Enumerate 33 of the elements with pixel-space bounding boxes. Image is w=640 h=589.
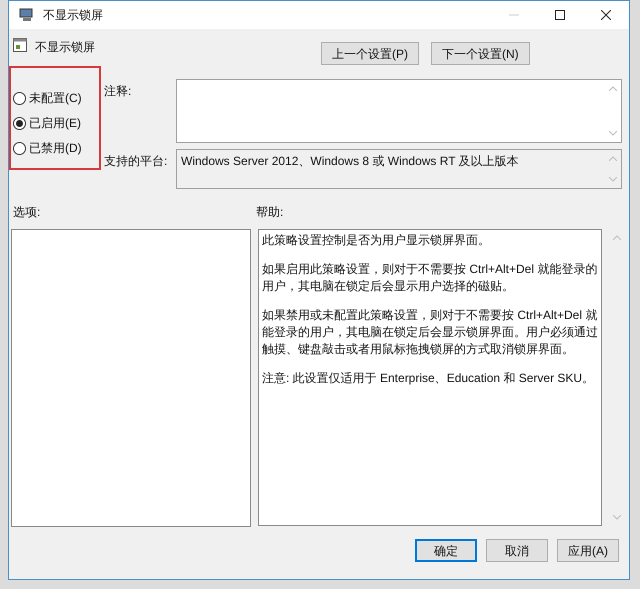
scroll-down-icon[interactable] [609,177,617,182]
radio-button[interactable] [13,92,26,104]
help-paragraph: 注意: 此设置仅适用于 Enterprise、Education 和 Server SKU。 [262,370,596,387]
scroll-down-icon[interactable] [609,131,617,136]
dialog-button[interactable]: 取消 [486,539,548,562]
platform-label: 支持的平台: [104,153,168,170]
radio-label[interactable]: 未配置(C) [29,89,82,107]
options-label: 选项: [13,204,42,221]
radio-button[interactable] [13,116,26,130]
dialog-button[interactable]: 应用(A) [557,539,619,562]
radio-button[interactable] [13,142,26,154]
comment-label: 注释: [104,83,132,100]
scroll-down-icon[interactable] [613,515,621,520]
nav-button[interactable]: 下一个设置(N) [431,42,530,65]
scroll-up-icon[interactable] [609,86,617,91]
help-paragraph: 此策略设置控制是否为用户显示锁屏界面。 [262,232,491,249]
scroll-up-icon[interactable] [609,156,617,161]
help-label: 帮助: [256,204,284,221]
dialog-button[interactable]: 确定 [415,539,477,562]
comment-field[interactable] [176,79,622,143]
setting-title: 不显示锁屏 [35,39,95,56]
window-title: 不显示锁屏 [43,7,103,24]
nav-button[interactable]: 上一个设置(P) [321,42,419,65]
computer-icon [19,8,35,22]
platform-text: Windows Server 2012、Windows 8 或 Windows RT 及以上版本 [180,153,520,170]
radio-label[interactable]: 已禁用(D) [29,139,82,157]
close-icon[interactable] [601,10,611,20]
help-paragraph: 如果启用此策略设置，则对于不需要按 Ctrl+Alt+Del 就能登录的用户，其电脑在锁定后会显示用户选择的磁贴。 [262,261,598,295]
radio-label[interactable]: 已启用(E) [29,114,81,132]
maximize-icon[interactable] [555,10,565,20]
scroll-up-icon[interactable] [613,235,621,240]
help-paragraph: 如果禁用或未配置此策略设置，则对于不需要按 Ctrl+Alt+Del 就能登录的用户，其电脑在锁定后会显示锁屏界面。用户必须通过触摸、键盘敲击或者用鼠标拖拽锁屏的方式取消锁屏界面。 [262,307,598,358]
policy-icon [13,38,27,52]
